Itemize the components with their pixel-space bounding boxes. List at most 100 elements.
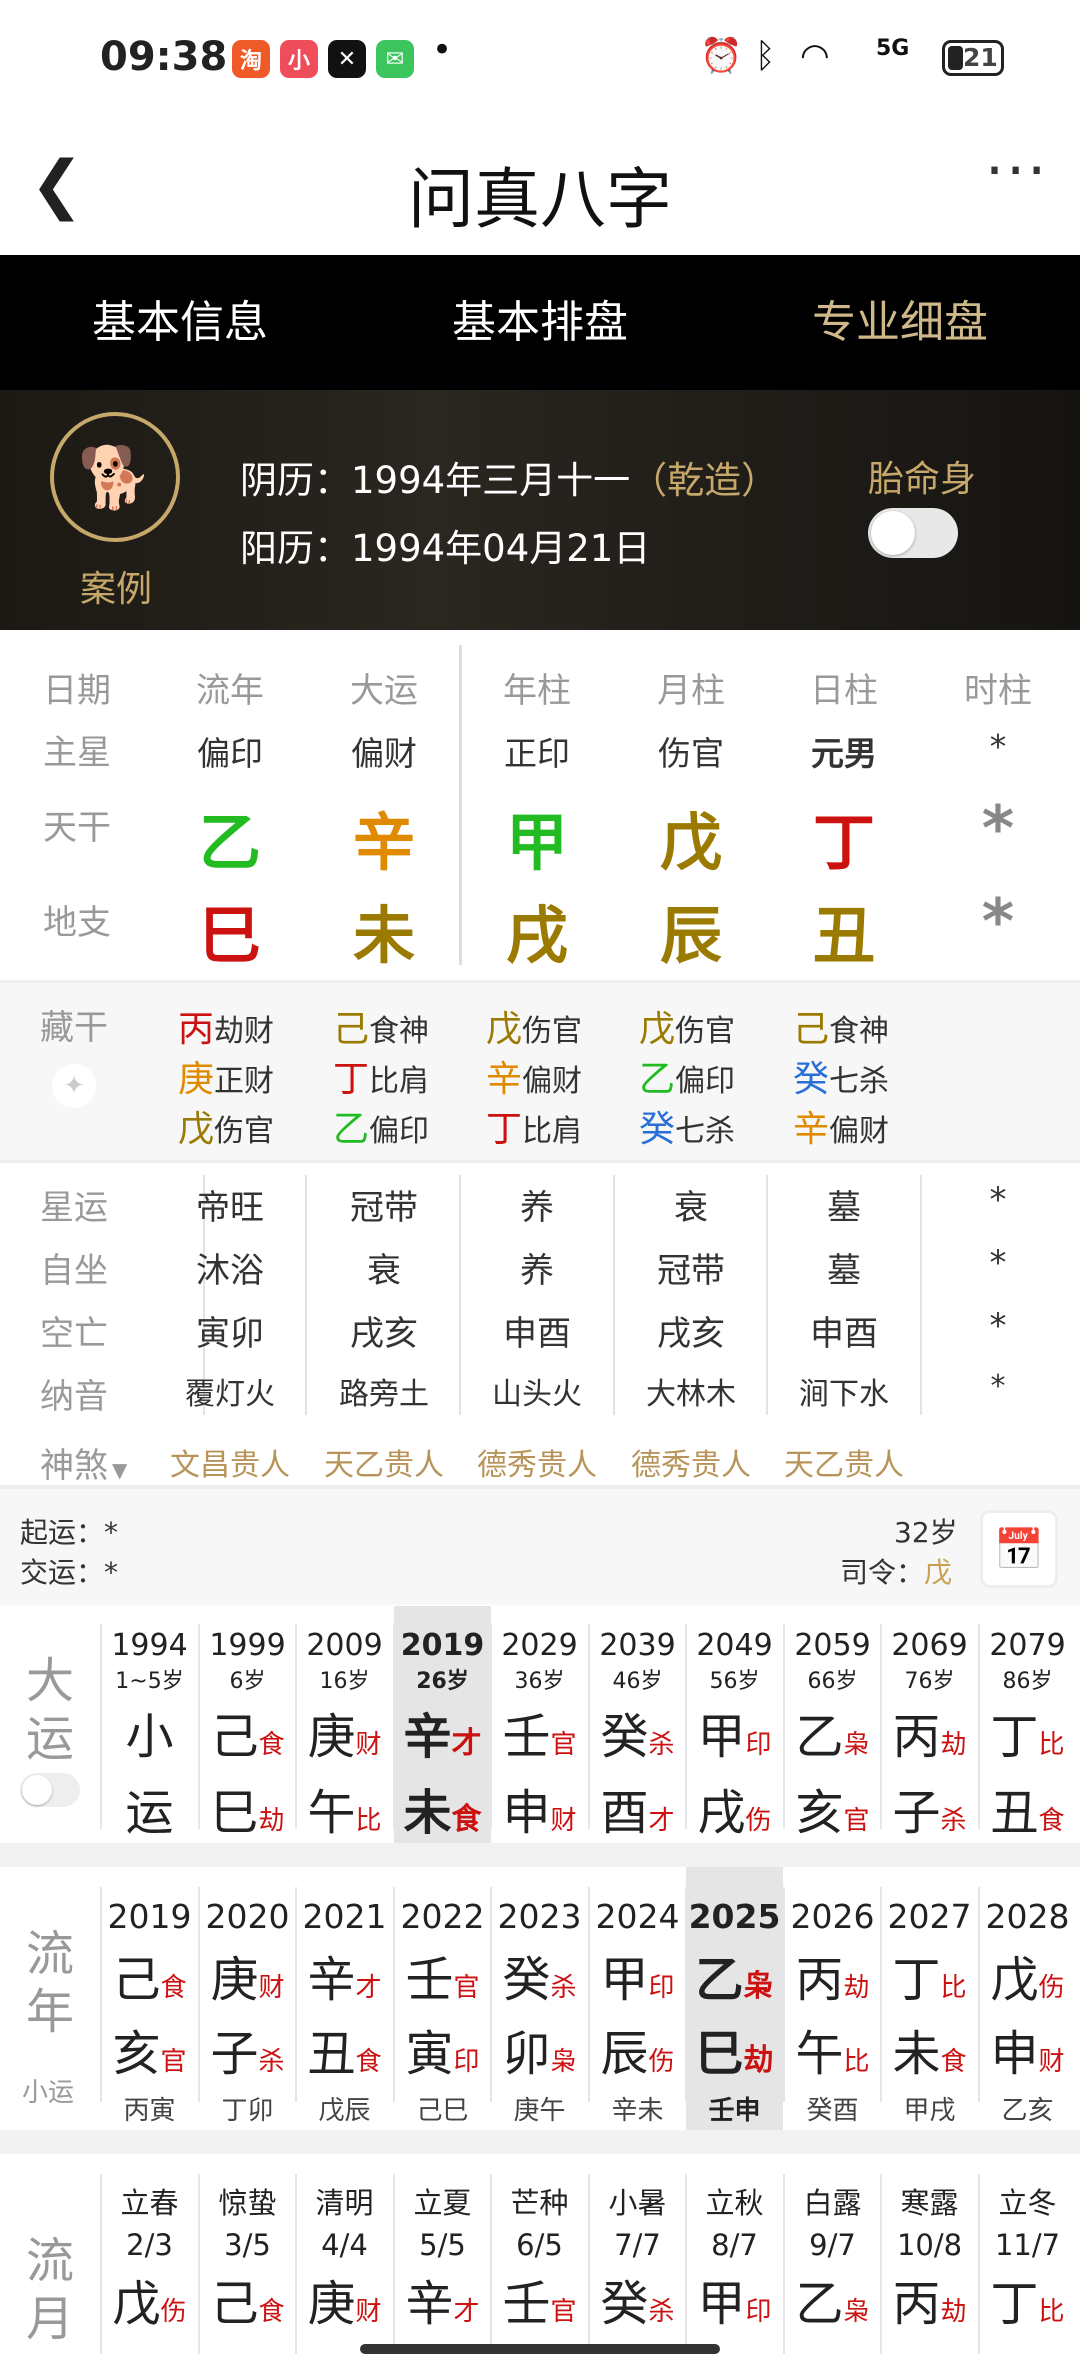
shensha-item[interactable]: 文昌贵人 (155, 1440, 305, 1484)
dayun-branch: 未 (403, 1785, 452, 1841)
home-indicator[interactable] (360, 2344, 720, 2354)
dayun-column[interactable]: 2019 26岁 辛才 未食 (394, 1606, 491, 1843)
more-options-icon[interactable]: ··· (985, 136, 1048, 206)
grid-divider (920, 1175, 922, 1415)
liuyue-column[interactable]: 芒种 6/5 壬官 (491, 2154, 588, 2334)
canggan-shishen: 比肩 (369, 1064, 430, 1099)
tab-basic-chart[interactable]: 基本排盘 (360, 255, 720, 390)
liuyue-column[interactable]: 惊蛰 3/5 己食 (199, 2154, 296, 2334)
liuyue-column[interactable]: 立夏 5/5 辛才 (394, 2154, 491, 2334)
dayun-age: 16岁 (319, 1669, 370, 1694)
liunian-column[interactable]: 2024 甲印 辰伤 辛未 (589, 1867, 686, 2130)
dayun-branch-shishen: 比 (355, 1806, 382, 1836)
canggan-stem: 乙 (639, 1059, 676, 1100)
dayun-column[interactable]: 1999 6岁 己食 巳劫 (199, 1606, 296, 1843)
shensha-label: 神煞 (40, 1446, 108, 1486)
jieqi-name: 小暑 (608, 2186, 667, 2220)
jieqi-date: 8/7 (711, 2228, 758, 2262)
liuyue-stem-row: 辛才 (394, 2264, 491, 2334)
liunian-column[interactable]: 2020 庚财 子杀 丁卯 (199, 1867, 296, 2130)
xiaoyun-ganzhi: 辛未 (611, 2096, 664, 2126)
liuyue-stem-shishen: 劫 (940, 2297, 967, 2327)
liunian-stem: 己 (112, 1952, 161, 2008)
dayun-column[interactable]: 2009 16岁 庚财 午比 (296, 1606, 393, 1843)
calendar-today-icon[interactable]: 📅 (980, 1510, 1058, 1588)
title-bar: ❮ 问真八字 ··· (0, 118, 1080, 255)
liunian-column[interactable]: 2028 戊伤 申财 乙亥 (979, 1867, 1076, 2130)
liuyue-column[interactable]: 清明 4/4 庚财 (296, 2154, 393, 2334)
canggan-shishen: 七杀 (829, 1064, 890, 1099)
liuyue-column[interactable]: 小暑 7/7 癸杀 (589, 2154, 686, 2334)
dayun-column[interactable]: 2079 86岁 丁比 丑食 (979, 1606, 1076, 1843)
liunian-column[interactable]: 2019 己食 亥官 丙寅 (101, 1867, 198, 2130)
status-time: 09:38 (100, 34, 228, 80)
taimingshen-toggle[interactable] (868, 508, 958, 558)
tiangan-label: 天干 (43, 808, 111, 848)
solar-date-line: 阳历：1994年04月21日 (240, 518, 650, 572)
dayun-column[interactable]: 2039 46岁 癸杀 酉才 (589, 1606, 686, 1843)
shensha-dropdown[interactable]: 神煞 ▼ (40, 1438, 127, 1487)
battery-icon: 21 (942, 40, 1004, 76)
liuyue-column[interactable]: 寒露 10/8 丙劫 (881, 2154, 978, 2334)
tab-basic-info[interactable]: 基本信息 (0, 255, 360, 390)
dayun-column[interactable]: 2029 36岁 壬官 申财 (491, 1606, 588, 1843)
liuyue-stem: 丙 (892, 2276, 941, 2332)
liuyue-column[interactable]: 白露 9/7 乙枭 (784, 2154, 881, 2334)
shensha-item[interactable]: 天乙贵人 (769, 1440, 919, 1484)
jieqi-name: 清明 (315, 2186, 374, 2220)
dayun-branch-row: 申财 (491, 1773, 588, 1843)
liunian-branch-row: 卯枭 (491, 2014, 588, 2084)
avatar-zodiac-dog-icon[interactable]: 🐕 (50, 412, 180, 542)
pillar-header: 日柱 (810, 671, 878, 711)
liunian-stem: 甲 (600, 1952, 649, 2008)
star-value: 覆灯火 (185, 1377, 275, 1412)
tab-professional-chart[interactable]: 专业细盘 (720, 255, 1080, 390)
liunian-branch: 卯 (502, 2026, 551, 2082)
liunian-column[interactable]: 2022 壬官 寅印 己巳 (394, 1867, 491, 2130)
liunian-column[interactable]: 2023 癸杀 卯枭 庚午 (491, 1867, 588, 2130)
liunian-column[interactable]: 2021 辛才 丑食 戊辰 (296, 1867, 393, 2130)
shensha-item[interactable]: 天乙贵人 (309, 1440, 459, 1484)
dayun-age: 66岁 (807, 1669, 858, 1694)
pin-icon[interactable]: ✦ (52, 1064, 96, 1108)
dayun-year: 2009 (306, 1628, 383, 1663)
shensha-item[interactable]: 德秀贵人 (462, 1440, 612, 1484)
liunian-stem-shishen: 枭 (743, 1969, 774, 2004)
dayun-age: 6岁 (229, 1669, 266, 1694)
xiaoyun-ganzhi: 乙亥 (1001, 2096, 1054, 2126)
dizhi-char: * (981, 885, 1015, 958)
liuyue-stem: 壬 (502, 2276, 551, 2332)
zhuxing-value: 元男 (811, 734, 877, 773)
canggan-item: 乙偏印 (639, 1050, 735, 1102)
dayun-column[interactable]: 2069 76岁 丙劫 子杀 (881, 1606, 978, 1843)
dayun-branch: 酉 (600, 1785, 649, 1841)
dayun-stem: 壬 (502, 1709, 551, 1765)
star-value: * (989, 1180, 1007, 1220)
dayun-toggle[interactable] (20, 1773, 80, 1807)
liunian-column[interactable]: 2025 乙枭 巳劫 壬申 (686, 1867, 783, 2130)
dayun-column[interactable]: 1994 1~5岁小运 (101, 1606, 198, 1843)
dayun-branch-row: 酉才 (589, 1773, 686, 1843)
zhuxing-value: * (989, 727, 1007, 766)
liuyue-column[interactable]: 立春 2/3 戊伤 (101, 2154, 198, 2334)
jieqi-name: 白露 (803, 2186, 862, 2220)
tiangan-char: 丁 (812, 806, 875, 879)
liunian-column[interactable]: 2027 丁比 未食 甲戌 (881, 1867, 978, 2130)
liunian-stem-shishen: 食 (160, 1973, 187, 2003)
canggan-stem: 辛 (793, 1109, 830, 1150)
liunian-year: 2020 (205, 1897, 290, 1936)
liunian-stem-row: 壬官 (394, 1940, 491, 2010)
star-value: * (989, 1306, 1007, 1346)
dayun-year: 2059 (794, 1628, 871, 1663)
shensha-item[interactable]: 德秀贵人 (616, 1440, 766, 1484)
dayun-column[interactable]: 2059 66岁 乙枭 亥官 (784, 1606, 881, 1843)
canggan-shishen: 食神 (829, 1014, 890, 1049)
lunar-date-line: 阴历：1994年三月十一（乾造） (240, 450, 778, 504)
liuyue-stem-shishen: 伤 (160, 2297, 187, 2327)
dayun-column[interactable]: 2049 56岁 甲印 戌伤 (686, 1606, 783, 1843)
liuyue-column[interactable]: 立秋 8/7 甲印 (686, 2154, 783, 2334)
liunian-column[interactable]: 2026 丙劫 午比 癸酉 (784, 1867, 881, 2130)
dizhi-char: 巳 (198, 899, 261, 972)
liuyue-column[interactable]: 立冬 11/7 丁比 (979, 2154, 1076, 2334)
profile-panel: 🐕 案例 阴历：1994年三月十一（乾造） 阳历：1994年04月21日 胎命身 (0, 390, 1080, 630)
